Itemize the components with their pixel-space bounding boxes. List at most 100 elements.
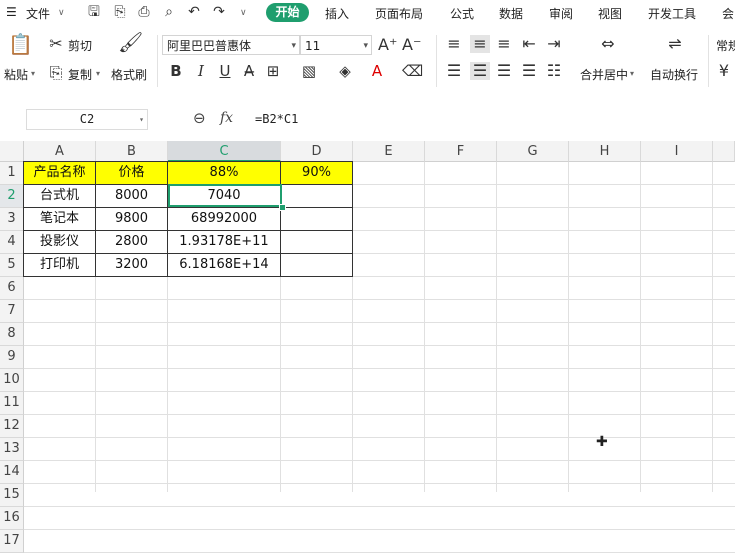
tab-review[interactable]: 审阅 bbox=[549, 5, 573, 22]
cell-d4[interactable] bbox=[280, 230, 353, 254]
save-icon[interactable]: 🖫 bbox=[86, 4, 102, 20]
paste-button[interactable]: 粘贴 bbox=[4, 66, 28, 83]
currency-icon[interactable]: ¥ bbox=[716, 62, 732, 80]
chevron-down-icon[interactable]: ∨ bbox=[240, 8, 247, 18]
column-header-g[interactable]: G bbox=[497, 141, 569, 162]
wrap-text-icon[interactable]: ⇌ bbox=[665, 35, 685, 53]
cell-d1[interactable]: 90% bbox=[280, 161, 353, 185]
decrease-font-icon[interactable]: A⁻ bbox=[402, 36, 421, 54]
row-header-1[interactable]: 1 bbox=[0, 162, 24, 185]
row-header-15[interactable]: 15 bbox=[0, 484, 24, 507]
cell-b5[interactable]: 3200 bbox=[95, 253, 168, 277]
column-header-i[interactable]: I bbox=[641, 141, 713, 162]
number-format-select[interactable]: 常规 bbox=[716, 37, 735, 54]
print-icon[interactable]: ⎙ bbox=[136, 4, 152, 20]
font-color-icon[interactable]: A bbox=[368, 62, 386, 80]
chevron-down-icon[interactable]: ▾ bbox=[630, 69, 634, 78]
select-all-corner[interactable] bbox=[0, 141, 24, 162]
column-header-a[interactable]: A bbox=[24, 141, 96, 162]
row-header-7[interactable]: 7 bbox=[0, 300, 24, 323]
tab-page-layout[interactable]: 页面布局 bbox=[375, 5, 423, 22]
tab-insert[interactable]: 插入 bbox=[325, 5, 349, 22]
align-left-icon[interactable]: ☰ bbox=[446, 62, 462, 80]
cell-b3[interactable]: 9800 bbox=[95, 207, 168, 231]
distributed-icon[interactable]: ☷ bbox=[546, 62, 562, 80]
spreadsheet-grid[interactable]: ABCDEFGHI 1 2 3 4 5 6 7 8 9 10 11 12 13 14 15 16 17 产品名称… bbox=[0, 141, 735, 553]
column-header-h[interactable]: H bbox=[569, 141, 641, 162]
merge-center-button[interactable]: 合并居中 bbox=[580, 66, 628, 83]
cell-a4[interactable]: 投影仪 bbox=[23, 230, 96, 254]
print-preview-icon[interactable]: ⌕ bbox=[161, 4, 177, 20]
fill-handle[interactable] bbox=[279, 204, 286, 211]
italic-icon[interactable]: I bbox=[192, 62, 210, 80]
align-bottom-icon[interactable]: ≡ bbox=[496, 35, 512, 53]
row-header-8[interactable]: 8 bbox=[0, 323, 24, 346]
fx-icon[interactable]: fx bbox=[220, 110, 233, 126]
bold-icon[interactable]: B bbox=[167, 62, 185, 80]
row-header-5[interactable]: 5 bbox=[0, 254, 24, 277]
row-header-16[interactable]: 16 bbox=[0, 507, 24, 530]
increase-font-icon[interactable]: A⁺ bbox=[378, 36, 397, 54]
row-header-17[interactable]: 17 bbox=[0, 530, 24, 553]
cell-a1[interactable]: 产品名称 bbox=[23, 161, 96, 185]
cell-d3[interactable] bbox=[280, 207, 353, 231]
merge-cells-icon[interactable]: ⇔ bbox=[598, 35, 618, 53]
format-painter-icon[interactable]: 🖌 bbox=[118, 32, 143, 52]
name-box[interactable]: C2 ▾ bbox=[26, 109, 148, 130]
cut-button[interactable]: 剪切 bbox=[68, 37, 92, 54]
tab-view[interactable]: 视图 bbox=[598, 5, 622, 22]
fill-color-icon[interactable]: ◈ bbox=[336, 62, 354, 80]
cell-b2[interactable]: 8000 bbox=[95, 184, 168, 208]
cell-a2[interactable]: 台式机 bbox=[23, 184, 96, 208]
row-header-4[interactable]: 4 bbox=[0, 231, 24, 254]
cell-a5[interactable]: 打印机 bbox=[23, 253, 96, 277]
undo-icon[interactable]: ↶ bbox=[186, 4, 202, 20]
font-size-select[interactable]: 11 ▾ bbox=[300, 35, 372, 55]
row-header-11[interactable]: 11 bbox=[0, 392, 24, 415]
tab-data[interactable]: 数据 bbox=[499, 5, 523, 22]
align-middle-icon[interactable]: ≡ bbox=[470, 35, 490, 53]
tab-developer[interactable]: 开发工具 bbox=[648, 5, 696, 22]
strikethrough-icon[interactable]: A̶ bbox=[240, 62, 258, 80]
cell-c4[interactable]: 1.93178E+11 bbox=[167, 230, 281, 254]
cell-c1[interactable]: 88% bbox=[167, 161, 281, 185]
underline-icon[interactable]: U bbox=[216, 62, 234, 80]
justify-icon[interactable]: ☰ bbox=[521, 62, 537, 80]
cell-style-icon[interactable]: ▧ bbox=[300, 62, 318, 80]
format-painter-button[interactable]: 格式刷 bbox=[111, 66, 147, 83]
font-name-select[interactable]: 阿里巴巴普惠体 ▾ bbox=[162, 35, 300, 55]
chevron-down-icon[interactable]: ∨ bbox=[58, 8, 65, 18]
column-header-b[interactable]: B bbox=[96, 141, 168, 162]
copy-button[interactable]: 复制 bbox=[68, 66, 92, 83]
cell-d2[interactable] bbox=[280, 184, 353, 208]
scissors-icon[interactable]: ✂ bbox=[48, 35, 64, 53]
cell-b1[interactable]: 价格 bbox=[95, 161, 168, 185]
column-header-f[interactable]: F bbox=[425, 141, 497, 162]
chevron-down-icon[interactable]: ▾ bbox=[31, 69, 35, 78]
zoom-icon[interactable]: ⊖ bbox=[193, 109, 206, 127]
tab-more[interactable]: 会 bbox=[722, 5, 734, 22]
increase-indent-icon[interactable]: ⇥ bbox=[546, 35, 562, 53]
row-header-14[interactable]: 14 bbox=[0, 461, 24, 484]
hamburger-icon[interactable]: ☰ bbox=[6, 5, 17, 19]
file-menu[interactable]: 文件 bbox=[26, 5, 50, 22]
row-header-3[interactable]: 3 bbox=[0, 208, 24, 231]
cell-a3[interactable]: 笔记本 bbox=[23, 207, 96, 231]
paste-icon[interactable]: 📋 bbox=[8, 34, 33, 54]
copy-icon[interactable]: ⎘ bbox=[48, 64, 64, 82]
row-header-9[interactable]: 9 bbox=[0, 346, 24, 369]
column-header-c[interactable]: C bbox=[168, 141, 281, 162]
cell-b4[interactable]: 2800 bbox=[95, 230, 168, 254]
export-icon[interactable]: ⎘ bbox=[112, 4, 128, 20]
cell-c3[interactable]: 68992000 bbox=[167, 207, 281, 231]
tab-formulas[interactable]: 公式 bbox=[450, 5, 474, 22]
wrap-text-button[interactable]: 自动换行 bbox=[650, 66, 698, 83]
row-header-12[interactable]: 12 bbox=[0, 415, 24, 438]
cell-c5[interactable]: 6.18168E+14 bbox=[167, 253, 281, 277]
tab-home[interactable]: 开始 bbox=[266, 3, 309, 22]
cell-d5[interactable] bbox=[280, 253, 353, 277]
decrease-indent-icon[interactable]: ⇤ bbox=[521, 35, 537, 53]
clear-format-icon[interactable]: ⌫ bbox=[402, 62, 423, 80]
borders-icon[interactable]: ⊞ bbox=[264, 62, 282, 80]
align-center-icon[interactable]: ☰ bbox=[470, 62, 490, 80]
